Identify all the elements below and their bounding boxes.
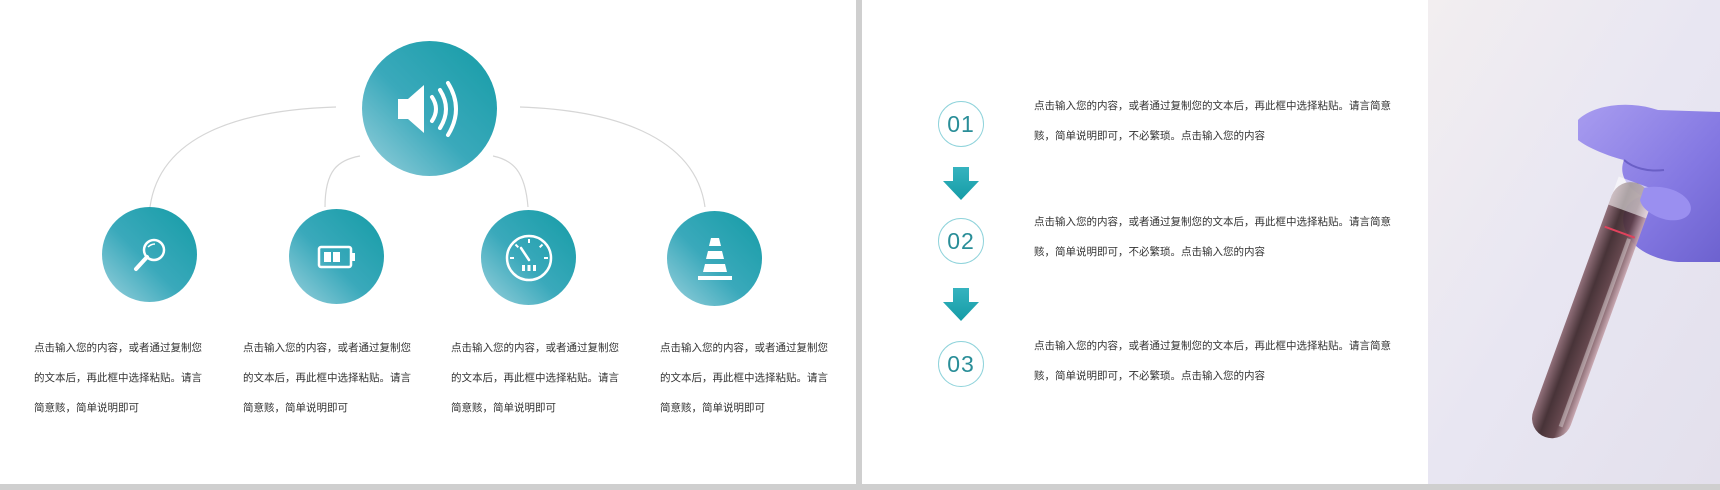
magnifier-icon (130, 235, 170, 275)
test-tube-photo (1428, 0, 1720, 484)
step-number-circle: 02 (938, 218, 984, 264)
slide-right: 01 点击输入您的内容，或者通过复制您的文本后，再此框中选择粘贴。请言简意赅，简… (862, 0, 1720, 484)
down-arrow-icon (942, 288, 980, 326)
speaker-volume-icon (396, 79, 464, 139)
battery-icon (317, 244, 357, 270)
step-text: 点击输入您的内容，或者通过复制您的文本后，再此框中选择粘贴。请言简意赅，简单说明… (1034, 100, 1391, 142)
main-speaker-circle (362, 41, 497, 176)
down-arrow-icon (942, 167, 980, 205)
traffic-cone-icon (695, 236, 735, 282)
step-number-circle: 03 (938, 341, 984, 387)
node-description: 点击输入您的内容，或者通过复制您的文本后，再此框中选择粘贴。请言简意赅，简单说明… (660, 342, 828, 414)
slide-left: 点击输入您的内容，或者通过复制您的文本后，再此框中选择粘贴。请言简意赅，简单说明… (0, 0, 856, 484)
speedometer-icon (503, 232, 555, 284)
node-circle-cone (667, 211, 762, 306)
node-circle-speedometer (481, 210, 576, 305)
step-text: 点击输入您的内容，或者通过复制您的文本后，再此框中选择粘贴。请言简意赅，简单说明… (1034, 216, 1391, 258)
node-description: 点击输入您的内容，或者通过复制您的文本后，再此框中选择粘贴。请言简意赅，简单说明… (34, 342, 202, 414)
node-circle-battery (289, 209, 384, 304)
step-number-circle: 01 (938, 101, 984, 147)
node-description: 点击输入您的内容，或者通过复制您的文本后，再此框中选择粘贴。请言简意赅，简单说明… (451, 342, 619, 414)
node-description: 点击输入您的内容，或者通过复制您的文本后，再此框中选择粘贴。请言简意赅，简单说明… (243, 342, 411, 414)
step-text: 点击输入您的内容，或者通过复制您的文本后，再此框中选择粘贴。请言简意赅，简单说明… (1034, 340, 1391, 382)
node-circle-search (102, 207, 197, 302)
